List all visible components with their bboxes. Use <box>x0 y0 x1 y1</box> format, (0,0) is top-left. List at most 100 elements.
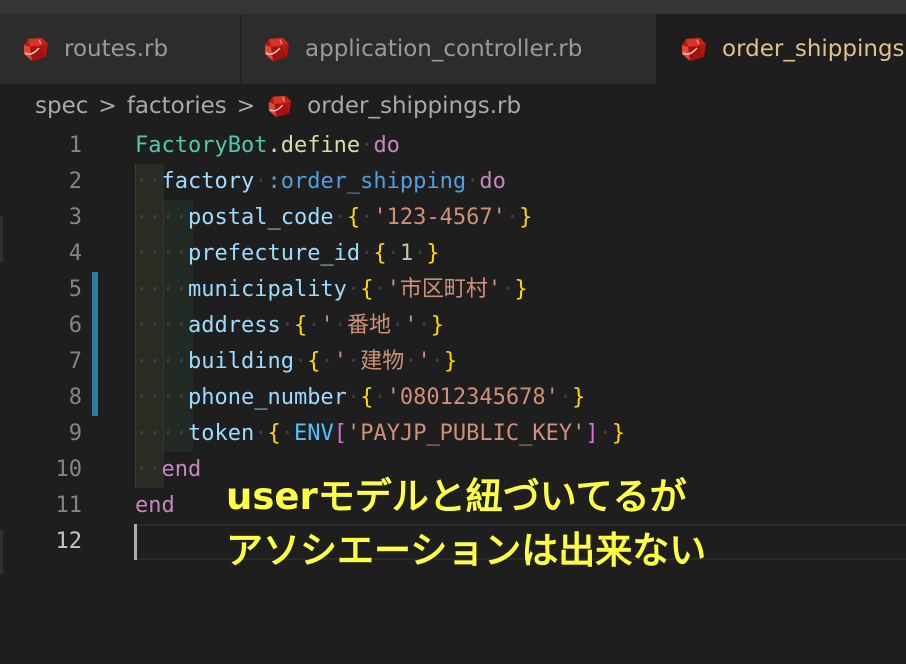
whitespace-marker: · <box>501 277 515 302</box>
code-token: end <box>135 493 175 518</box>
whitespace-marker: · <box>333 205 347 230</box>
code-text: ····address·{·'·番地·'·} <box>135 308 444 344</box>
code-line[interactable]: 9 ····token·{·ENV['PAYJP_PUBLIC_KEY']·} <box>0 416 906 452</box>
whitespace-marker: ···· <box>135 421 188 446</box>
tab-label: routes.rb <box>64 36 169 62</box>
code-token: 建物 <box>360 349 405 374</box>
code-text: ····building·{·'·建物·'·} <box>135 344 457 380</box>
whitespace-marker: · <box>466 169 480 194</box>
whitespace-marker: ···· <box>135 349 188 374</box>
code-line[interactable]: 8 ····phone_number·{·'08012345678'·} <box>0 380 906 416</box>
tab-label: application_controller.rb <box>305 36 583 62</box>
line-number: 7 <box>68 349 82 374</box>
code-token: { <box>293 313 308 338</box>
code-text: ····phone_number·{·'08012345678'·} <box>135 380 585 416</box>
code-token: '123-4567' <box>373 205 506 230</box>
whitespace-marker: · <box>360 133 374 158</box>
whitespace-marker: · <box>386 241 400 266</box>
code-line[interactable]: 2 ··factory·:order_shipping·do <box>0 164 906 200</box>
breadcrumb-item-file[interactable]: order_shippings.rb <box>307 93 521 119</box>
whitespace-marker: · <box>254 169 268 194</box>
line-number: 2 <box>68 169 82 194</box>
code-editor[interactable]: 1 FactoryBot.define·do 2 ··factory·:order_s… <box>0 128 906 664</box>
breadcrumb-item-factories[interactable]: factories <box>127 93 227 119</box>
code-token: do <box>479 169 506 194</box>
modified-line-indicator[interactable] <box>92 308 98 344</box>
code-token: { <box>360 385 374 410</box>
code-line[interactable]: 1 FactoryBot.define·do <box>0 128 906 164</box>
code-line[interactable]: 7 ····building·{·'·建物·'·} <box>0 344 906 380</box>
code-token: building <box>187 349 294 374</box>
tab-order-shippings[interactable]: order_shippings.rb <box>657 14 906 84</box>
whitespace-marker: · <box>404 349 418 374</box>
whitespace-marker: · <box>373 277 387 302</box>
code-line[interactable]: 4 ····prefecture_id·{·1·} <box>0 236 906 272</box>
code-token: } <box>430 313 444 338</box>
code-token: prefecture_id <box>187 241 361 266</box>
breadcrumb-item-spec[interactable]: spec <box>35 93 88 119</box>
line-number: 9 <box>68 421 82 446</box>
code-token: 1 <box>399 241 414 266</box>
text-cursor <box>134 524 137 560</box>
code-token: do <box>373 133 400 158</box>
code-text: ··factory·:order_shipping·do <box>135 164 506 200</box>
code-token: postal_code <box>187 205 334 230</box>
code-token: '08012345678' <box>386 385 559 410</box>
whitespace-marker: · <box>417 313 431 338</box>
ruby-icon <box>267 93 293 119</box>
whitespace-marker: · <box>598 421 612 446</box>
code-token: } <box>572 385 586 410</box>
code-token: '市区町村' <box>386 277 502 302</box>
code-token: phone_number <box>187 385 347 410</box>
whitespace-marker: · <box>346 349 361 374</box>
code-text: ····token·{·ENV['PAYJP_PUBLIC_KEY']·} <box>135 416 625 452</box>
code-text: FactoryBot.define·do <box>135 128 400 164</box>
code-token: ' <box>404 313 418 338</box>
chevron-right-icon: > <box>98 93 117 119</box>
ruby-icon <box>263 35 291 63</box>
tab-application-controller[interactable]: application_controller.rb <box>241 14 657 84</box>
whitespace-marker: ···· <box>135 277 188 302</box>
modified-line-indicator[interactable] <box>92 272 98 308</box>
whitespace-marker: · <box>280 421 294 446</box>
code-token: } <box>443 349 458 374</box>
whitespace-marker: · <box>430 349 444 374</box>
code-token: { <box>346 205 361 230</box>
code-token: define <box>280 133 361 158</box>
code-line[interactable]: 3 ····postal_code·{·'123-4567'·} <box>0 200 906 236</box>
code-line[interactable]: 6 ····address·{·'·番地·'·} <box>0 308 906 344</box>
whitespace-marker: ·· <box>135 169 162 194</box>
code-token: address <box>187 313 281 338</box>
whitespace-marker: · <box>360 205 374 230</box>
whitespace-marker: · <box>373 385 387 410</box>
code-token: token <box>187 421 255 446</box>
title-bar <box>0 0 906 14</box>
code-text: ··end <box>135 452 201 488</box>
modified-line-indicator[interactable] <box>92 380 98 416</box>
whitespace-marker: · <box>307 313 321 338</box>
code-text: end <box>135 488 175 524</box>
line-number: 1 <box>68 133 82 158</box>
modified-line-indicator[interactable] <box>92 344 98 380</box>
code-token: } <box>611 421 626 446</box>
code-token: . <box>267 133 281 158</box>
annotation-line-1: userモデルと紐づいてるが <box>226 475 687 518</box>
editor-tab-bar: routes.rb application_controller.rb orde… <box>0 14 906 84</box>
code-token: { <box>360 277 374 302</box>
line-number: 10 <box>55 457 83 482</box>
whitespace-marker: · <box>558 385 573 410</box>
line-number: 8 <box>68 385 82 410</box>
code-line[interactable]: 5 ····municipality·{·'市区町村'·} <box>0 272 906 308</box>
tab-routes[interactable]: routes.rb <box>0 14 241 84</box>
code-token: { <box>373 241 387 266</box>
code-token: end <box>161 457 202 482</box>
whitespace-marker: ···· <box>135 205 188 230</box>
whitespace-marker: · <box>346 385 361 410</box>
breadcrumb: spec > factories > order_shippings.rb <box>0 84 906 128</box>
whitespace-marker: · <box>360 241 374 266</box>
code-token: ' <box>333 349 347 374</box>
line-number: 4 <box>68 241 82 266</box>
code-token: { <box>267 421 281 446</box>
code-token: } <box>519 205 533 230</box>
code-token: ' <box>320 313 334 338</box>
